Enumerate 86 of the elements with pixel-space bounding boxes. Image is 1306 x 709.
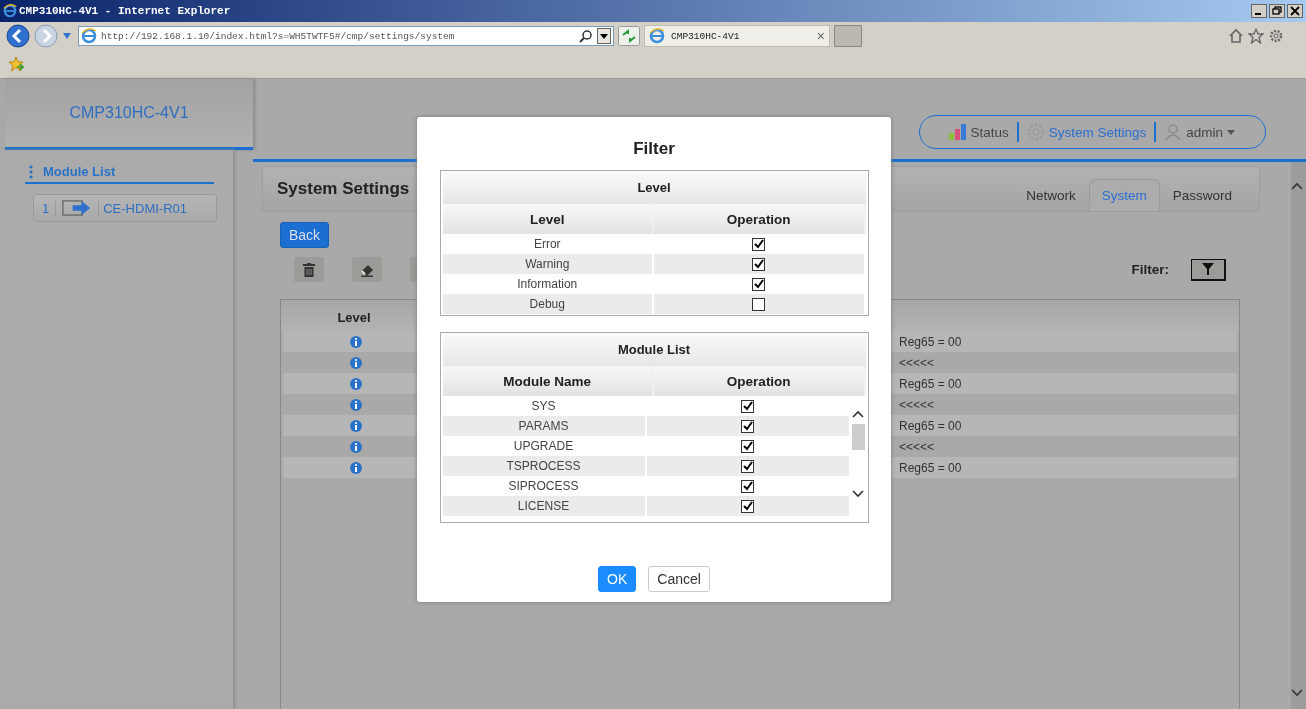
table-cell: Warning (442, 254, 654, 274)
table-cell: TSPROCESS (442, 456, 647, 476)
info-icon (350, 356, 362, 369)
scroll-up-icon[interactable] (852, 410, 864, 418)
checkbox[interactable] (752, 257, 766, 271)
nav-link[interactable]: Status (948, 123, 1009, 141)
info-icon (350, 377, 362, 390)
restore-icon[interactable] (1269, 4, 1285, 18)
vertical-dots-icon (29, 164, 33, 179)
log-message: <<<<< (899, 397, 935, 412)
search-icon[interactable] (579, 29, 593, 43)
brand-title: CMP310HC-4V1 (5, 79, 253, 150)
log-message: <<<<< (899, 355, 935, 370)
page-icon (649, 28, 665, 44)
checkbox[interactable] (741, 459, 754, 473)
page-icon (81, 28, 97, 44)
funnel-icon (1202, 263, 1214, 275)
ok-button[interactable]: OK (598, 566, 637, 592)
info-icon (350, 419, 362, 432)
log-message: Reg65 = 00 (899, 418, 962, 433)
column-header: Module Name (442, 366, 654, 396)
back-button[interactable]: Back (280, 222, 330, 248)
settings-icon[interactable] (1268, 28, 1284, 44)
close-icon[interactable] (1287, 4, 1303, 18)
close-tab-button[interactable]: × (816, 28, 825, 44)
checkbox[interactable] (741, 479, 754, 493)
bar-chart-icon (948, 123, 967, 141)
minimize-icon[interactable] (1251, 4, 1267, 18)
log-message: Reg65 = 00 (899, 376, 962, 391)
checkbox[interactable] (741, 439, 754, 453)
scroll-up-icon[interactable] (1290, 182, 1303, 190)
info-icon (350, 461, 362, 474)
checkbox[interactable] (741, 499, 754, 513)
module-item[interactable]: 1 CE-HDMI-R01 (33, 194, 217, 222)
back-icon[interactable] (6, 24, 30, 48)
star-icon[interactable] (1248, 28, 1264, 44)
table-cell: LICENSE (442, 496, 647, 516)
caret-icon (1227, 129, 1235, 135)
scrollbar-thumb[interactable] (851, 424, 865, 450)
checkbox[interactable] (752, 237, 766, 251)
user-icon (1164, 123, 1183, 141)
column-header: Operation (654, 204, 866, 234)
module-name: CE-HDMI-R01 (98, 200, 188, 216)
checkbox[interactable] (752, 277, 766, 291)
module-index: 1 (34, 200, 57, 216)
checkbox[interactable] (752, 297, 766, 311)
table-cell: PARAMS (442, 416, 647, 436)
checkbox[interactable] (741, 419, 754, 433)
filter-label: Filter: (1131, 262, 1169, 277)
table-caption: Module List (442, 333, 866, 366)
dropdown-icon[interactable] (597, 28, 611, 44)
info-icon (350, 440, 362, 453)
settings-tab[interactable]: System (1088, 179, 1160, 211)
cancel-button[interactable]: Cancel (648, 566, 710, 592)
arrow-into-box-icon (62, 198, 93, 218)
log-message: Reg65 = 00 (899, 334, 962, 349)
delete-button[interactable] (294, 257, 324, 282)
address-field[interactable]: http://192.168.1.10/index.html?s=WH5TWTF5#/cmp/settings/system (78, 26, 614, 46)
column-header: Operation (654, 366, 866, 396)
clear-button[interactable] (352, 257, 382, 282)
log-message: <<<<< (899, 439, 935, 454)
nav-link[interactable]: admin (1164, 123, 1235, 141)
favorites-star-icon[interactable] (8, 56, 24, 72)
eraser-icon (360, 262, 374, 277)
settings-tab[interactable]: Password (1159, 179, 1245, 211)
table-caption: Level (442, 171, 866, 204)
column-header: Level (442, 204, 654, 234)
trash-icon (303, 262, 315, 277)
info-icon (350, 335, 362, 348)
column-header: Level (336, 310, 372, 327)
browser-logo-icon (3, 4, 17, 18)
settings-tab[interactable]: Network (1013, 179, 1089, 211)
dialog-title: Filter (633, 139, 675, 159)
log-message: Reg65 = 00 (899, 460, 962, 475)
sidebar-title: Module List (43, 164, 116, 179)
table-cell: Debug (442, 294, 654, 314)
checkbox[interactable] (741, 399, 754, 413)
scroll-down-icon[interactable] (852, 490, 864, 498)
refresh-icon[interactable] (618, 26, 640, 46)
info-icon (350, 398, 362, 411)
window-title: CMP310HC-4V1 - Internet Explorer (19, 5, 231, 17)
browser-tab[interactable]: CMP310HC-4V1 × (644, 25, 830, 47)
home-icon[interactable] (1228, 28, 1244, 44)
filter-button[interactable] (1191, 258, 1226, 281)
page-title: System Settings (277, 179, 410, 199)
scroll-down-icon[interactable] (1290, 689, 1303, 697)
